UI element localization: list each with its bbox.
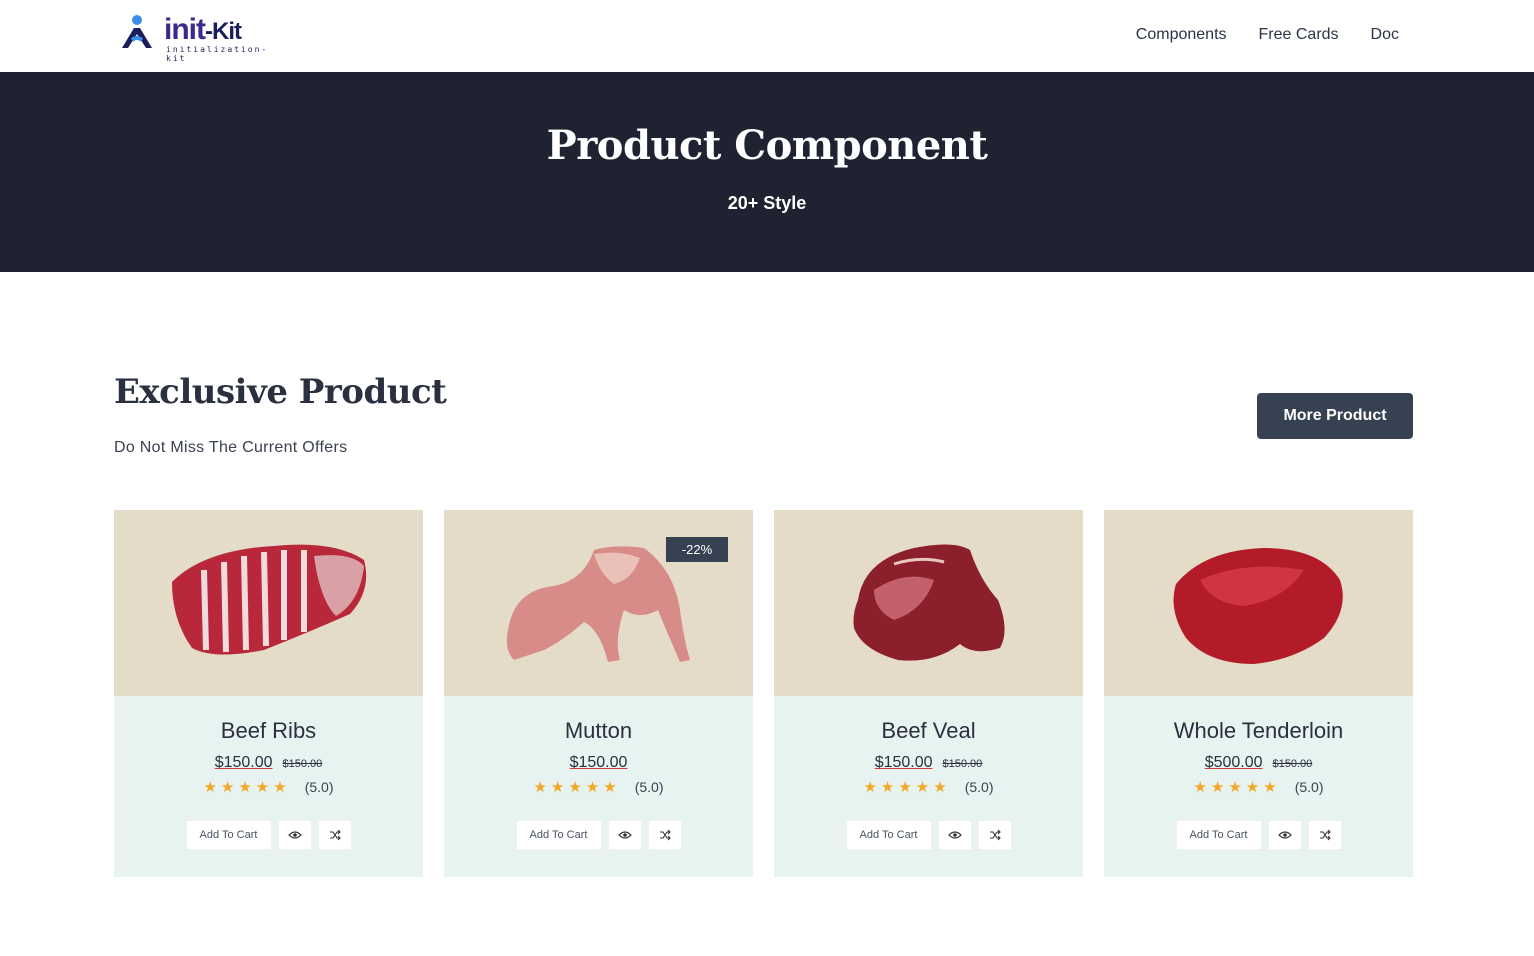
product-title[interactable]: Mutton xyxy=(444,718,753,744)
product-image[interactable] xyxy=(1104,510,1413,696)
add-to-cart-button[interactable]: Add To Cart xyxy=(1175,820,1262,850)
quick-view-button[interactable] xyxy=(277,820,312,850)
top-navbar: init-Kit initialization-kit Components F… xyxy=(0,0,1534,72)
quick-view-button[interactable] xyxy=(607,820,642,850)
compare-button[interactable] xyxy=(647,820,682,850)
star-rating-icon: ★★★★★ xyxy=(1193,779,1281,796)
main-nav: Components Free Cards Doc xyxy=(1136,26,1399,44)
price-row: $150.00 $150.00 xyxy=(114,754,423,774)
shuffle-icon xyxy=(1319,829,1331,841)
current-price: $150.00 xyxy=(214,754,273,771)
card-actions: Add To Cart xyxy=(1104,820,1413,850)
old-price: $150.00 xyxy=(282,758,323,770)
more-product-button[interactable]: More Product xyxy=(1257,393,1413,439)
product-card[interactable]: Beef Ribs $150.00 $150.00 ★★★★★ (5.0) Add… xyxy=(114,510,423,877)
eye-icon xyxy=(287,831,302,839)
card-actions: Add To Cart xyxy=(774,820,1083,850)
current-price: $150.00 xyxy=(874,754,933,771)
product-grid: Beef Ribs $150.00 $150.00 ★★★★★ (5.0) Add… xyxy=(114,510,1413,877)
old-price: $150.00 xyxy=(942,758,983,770)
product-title[interactable]: Beef Veal xyxy=(774,718,1083,744)
quick-view-button[interactable] xyxy=(1267,820,1302,850)
shuffle-icon xyxy=(329,829,341,841)
product-card[interactable]: Beef Veal $150.00 $150.00 ★★★★★ (5.0) Add… xyxy=(774,510,1083,877)
add-to-cart-button[interactable]: Add To Cart xyxy=(185,820,272,850)
rating-value: (5.0) xyxy=(1294,779,1324,795)
old-price: $150.00 xyxy=(1272,758,1313,770)
eye-icon xyxy=(617,831,632,839)
shuffle-icon xyxy=(989,829,1001,841)
product-card[interactable]: Whole Tenderloin $500.00 $150.00 ★★★★★ (5… xyxy=(1104,510,1413,877)
compare-button[interactable] xyxy=(317,820,352,850)
current-price: $150.00 xyxy=(569,754,628,771)
price-row: $150.00 xyxy=(444,754,753,774)
star-rating-icon: ★★★★★ xyxy=(863,779,951,796)
rating-row: ★★★★★ (5.0) xyxy=(114,778,423,796)
compare-button[interactable] xyxy=(977,820,1012,850)
product-image[interactable]: -22% xyxy=(444,510,753,696)
rating-value: (5.0) xyxy=(634,779,664,795)
rating-value: (5.0) xyxy=(964,779,994,795)
rating-row: ★★★★★ (5.0) xyxy=(1104,778,1413,796)
nav-free-cards[interactable]: Free Cards xyxy=(1259,26,1339,44)
nav-doc[interactable]: Doc xyxy=(1371,26,1399,44)
add-to-cart-button[interactable]: Add To Cart xyxy=(515,820,602,850)
card-actions: Add To Cart xyxy=(114,820,423,850)
rating-row: ★★★★★ (5.0) xyxy=(774,778,1083,796)
shuffle-icon xyxy=(659,829,671,841)
beef-veal-image xyxy=(853,544,1005,661)
nav-components[interactable]: Components xyxy=(1136,26,1227,44)
product-title[interactable]: Beef Ribs xyxy=(114,718,423,744)
add-to-cart-button[interactable]: Add To Cart xyxy=(845,820,932,850)
whole-tenderloin-image xyxy=(1173,548,1343,664)
logo-person-icon xyxy=(122,15,152,48)
beef-ribs-image xyxy=(172,544,367,655)
product-title[interactable]: Whole Tenderloin xyxy=(1104,718,1413,744)
hero-title: Product Component xyxy=(546,122,988,169)
quick-view-button[interactable] xyxy=(937,820,972,850)
rating-row: ★★★★★ (5.0) xyxy=(444,778,753,796)
product-image[interactable] xyxy=(774,510,1083,696)
hero-banner: Product Component 20+ Style xyxy=(0,72,1534,272)
price-row: $500.00 $150.00 xyxy=(1104,754,1413,774)
eye-icon xyxy=(1277,831,1292,839)
eye-icon xyxy=(947,831,962,839)
star-rating-icon: ★★★★★ xyxy=(533,779,621,796)
section-subtitle: Do Not Miss The Current Offers xyxy=(114,439,348,456)
product-card[interactable]: -22% Mutton $150.00 ★★★★★ (5.0) Add To C… xyxy=(444,510,753,877)
discount-badge: -22% xyxy=(666,537,728,562)
card-actions: Add To Cart xyxy=(444,820,753,850)
compare-button[interactable] xyxy=(1307,820,1342,850)
hero-subtitle: 20+ Style xyxy=(727,193,807,213)
logo-tagline: initialization-kit xyxy=(166,45,269,63)
product-image[interactable] xyxy=(114,510,423,696)
rating-value: (5.0) xyxy=(304,779,334,795)
section-title: Exclusive Product xyxy=(114,372,447,412)
star-rating-icon: ★★★★★ xyxy=(203,779,291,796)
price-row: $150.00 $150.00 xyxy=(774,754,1083,774)
current-price: $500.00 xyxy=(1204,754,1263,771)
site-logo[interactable]: init-Kit initialization-kit xyxy=(120,12,280,63)
